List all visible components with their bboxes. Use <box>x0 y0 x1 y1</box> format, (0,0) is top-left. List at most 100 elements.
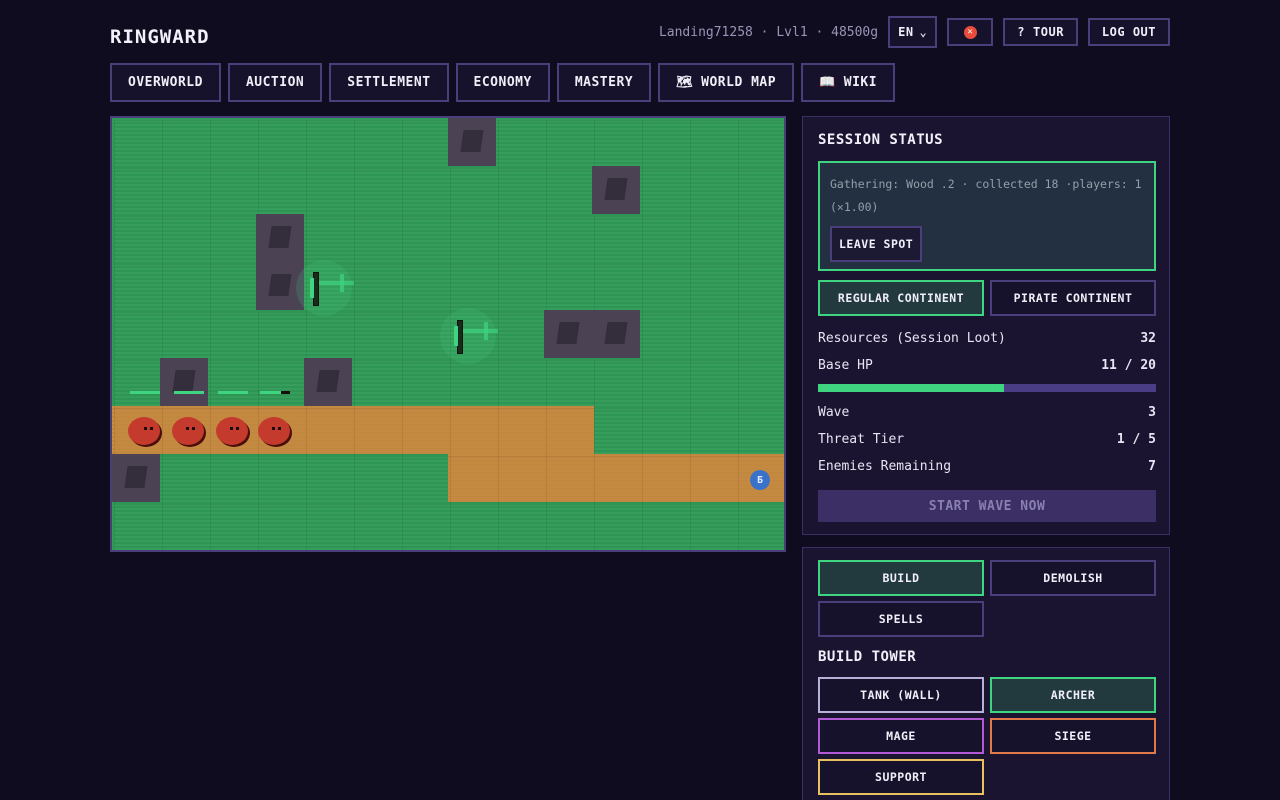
tower-label: TANK (WALL) <box>860 688 942 702</box>
game-map[interactable]: Б <box>110 116 786 552</box>
enemy-eye <box>230 427 233 430</box>
tower-arrow <box>484 322 488 340</box>
pirate-continent-button[interactable]: PIRATE CONTINENT <box>990 280 1156 316</box>
chevron-down-icon: ⌄ <box>919 25 928 39</box>
base-hp-row: Base HP 11 / 20 <box>818 358 1156 373</box>
threat-value: 1 / 5 <box>1116 432 1156 447</box>
wave-value: 3 <box>1148 405 1156 420</box>
enemy-eye <box>272 427 275 430</box>
rock-tile <box>112 454 160 502</box>
nav-world-map[interactable]: 🗺 WORLD MAP <box>658 63 795 102</box>
enemies-label: Enemies Remaining <box>818 459 952 474</box>
regular-continent-button[interactable]: REGULAR CONTINENT <box>818 280 984 316</box>
wave-label: Wave <box>818 405 850 420</box>
tower-label: SUPPORT <box>875 770 927 784</box>
enemy-eye <box>236 427 239 430</box>
session-title: SESSION STATUS <box>818 132 944 148</box>
tab-demolish[interactable]: DEMOLISH <box>990 560 1156 596</box>
main-nav: OVERWORLD AUCTION SETTLEMENT ECONOMY MAS… <box>110 63 896 102</box>
enemy-eye <box>144 427 147 430</box>
gathering-text: Gathering: Wood .2 · collected 18 ·playe… <box>830 177 1142 214</box>
threat-row: Threat Tier 1 / 5 <box>818 432 1156 447</box>
build-tower-title: BUILD TOWER <box>818 649 917 665</box>
nav-settlement[interactable]: SETTLEMENT <box>329 63 449 102</box>
tab-build[interactable]: BUILD <box>818 560 984 596</box>
base-hp-fill <box>818 384 1004 392</box>
nav-wiki[interactable]: 📖 WIKI <box>801 63 896 102</box>
tower-label: MAGE <box>886 729 916 743</box>
tower-tip <box>310 278 314 298</box>
leave-spot-label: LEAVE SPOT <box>839 237 914 251</box>
tower-arrow <box>340 274 344 292</box>
rock-tile <box>544 310 592 358</box>
tower-arrow <box>462 329 498 333</box>
user-bar: Landing71258 · Lvl1 · 48500g EN ⌄ ✕ ? TO… <box>659 16 1170 48</box>
threat-label: Threat Tier <box>818 432 905 447</box>
support-tower-button[interactable]: SUPPORT <box>818 759 984 795</box>
rock-tile <box>256 214 304 262</box>
start-wave-button[interactable]: START WAVE NOW <box>818 490 1156 522</box>
logout-label: LOG OUT <box>1101 25 1156 39</box>
pirate-continent-label: PIRATE CONTINENT <box>1013 291 1133 305</box>
tour-label: TOUR <box>1033 25 1064 39</box>
enemy-blob[interactable] <box>172 391 206 445</box>
enemy-hp-bar <box>218 391 248 394</box>
book-icon: 📖 <box>819 75 836 90</box>
help-icon: ? <box>1017 25 1026 39</box>
leave-spot-button[interactable]: LEAVE SPOT <box>830 226 923 262</box>
enemy-body <box>128 417 160 445</box>
archer-tower[interactable] <box>440 308 498 364</box>
start-wave-label: START WAVE NOW <box>928 498 1046 514</box>
nav-label: MASTERY <box>574 75 634 90</box>
nav-auction[interactable]: AUCTION <box>227 63 323 102</box>
mage-tower-button[interactable]: MAGE <box>818 718 984 754</box>
base-hp-value: 11 / 20 <box>1101 358 1156 373</box>
nav-overworld[interactable]: OVERWORLD <box>110 63 221 102</box>
nav-label: WORLD MAP <box>701 75 777 90</box>
map-icon: 🗺 <box>676 75 694 90</box>
resources-value: 32 <box>1140 331 1156 346</box>
rock-tile <box>160 358 208 406</box>
tower-arrow <box>318 281 354 285</box>
tab-label: BUILD <box>882 571 920 585</box>
tower-label: ARCHER <box>1050 688 1096 702</box>
nav-label: AUCTION <box>245 75 305 90</box>
siege-tower-button[interactable]: SIEGE <box>990 718 1156 754</box>
regular-continent-label: REGULAR CONTINENT <box>837 291 965 305</box>
tab-label: SPELLS <box>878 612 924 626</box>
archer-tower[interactable] <box>296 260 354 316</box>
base-marker[interactable]: Б <box>750 470 770 490</box>
session-panel: SESSION STATUS Gathering: Wood .2 · coll… <box>802 116 1170 535</box>
enemy-blob[interactable] <box>128 391 162 445</box>
base-hp-bar <box>818 384 1156 392</box>
user-info: Landing71258 · Lvl1 · 48500g <box>658 24 879 40</box>
sound-toggle-button[interactable]: ✕ <box>947 18 994 46</box>
tower-tip <box>454 326 458 346</box>
wave-row: Wave 3 <box>818 405 1156 420</box>
nav-mastery[interactable]: MASTERY <box>556 63 652 102</box>
enemy-body <box>258 417 290 445</box>
tab-spells[interactable]: SPELLS <box>818 601 984 637</box>
enemy-body <box>172 417 204 445</box>
enemies-row: Enemies Remaining 7 <box>818 459 1156 474</box>
nav-economy[interactable]: ECONOMY <box>455 63 550 102</box>
enemy-eye <box>186 427 189 430</box>
rock-tile <box>592 166 640 214</box>
archer-tower-button[interactable]: ARCHER <box>990 677 1156 713</box>
enemy-hp-bar <box>174 391 204 394</box>
resources-row: Resources (Session Loot) 32 <box>818 331 1156 346</box>
enemy-eye <box>278 427 281 430</box>
nav-label: ECONOMY <box>473 75 532 90</box>
language-value: EN <box>898 25 914 39</box>
build-panel: BUILD DEMOLISH SPELLS BUILD TOWER TANK (… <box>802 547 1170 800</box>
enemy-body <box>216 417 248 445</box>
enemy-blob[interactable] <box>258 391 292 445</box>
enemy-hp-bar <box>260 391 290 394</box>
tour-button[interactable]: ? TOUR <box>1003 18 1078 46</box>
tank-tower-button[interactable]: TANK (WALL) <box>818 677 984 713</box>
base-hp-label: Base HP <box>818 358 873 373</box>
enemy-blob[interactable] <box>216 391 250 445</box>
nav-label: WIKI <box>843 75 878 90</box>
language-select[interactable]: EN ⌄ <box>888 16 938 48</box>
logout-button[interactable]: LOG OUT <box>1087 18 1170 46</box>
